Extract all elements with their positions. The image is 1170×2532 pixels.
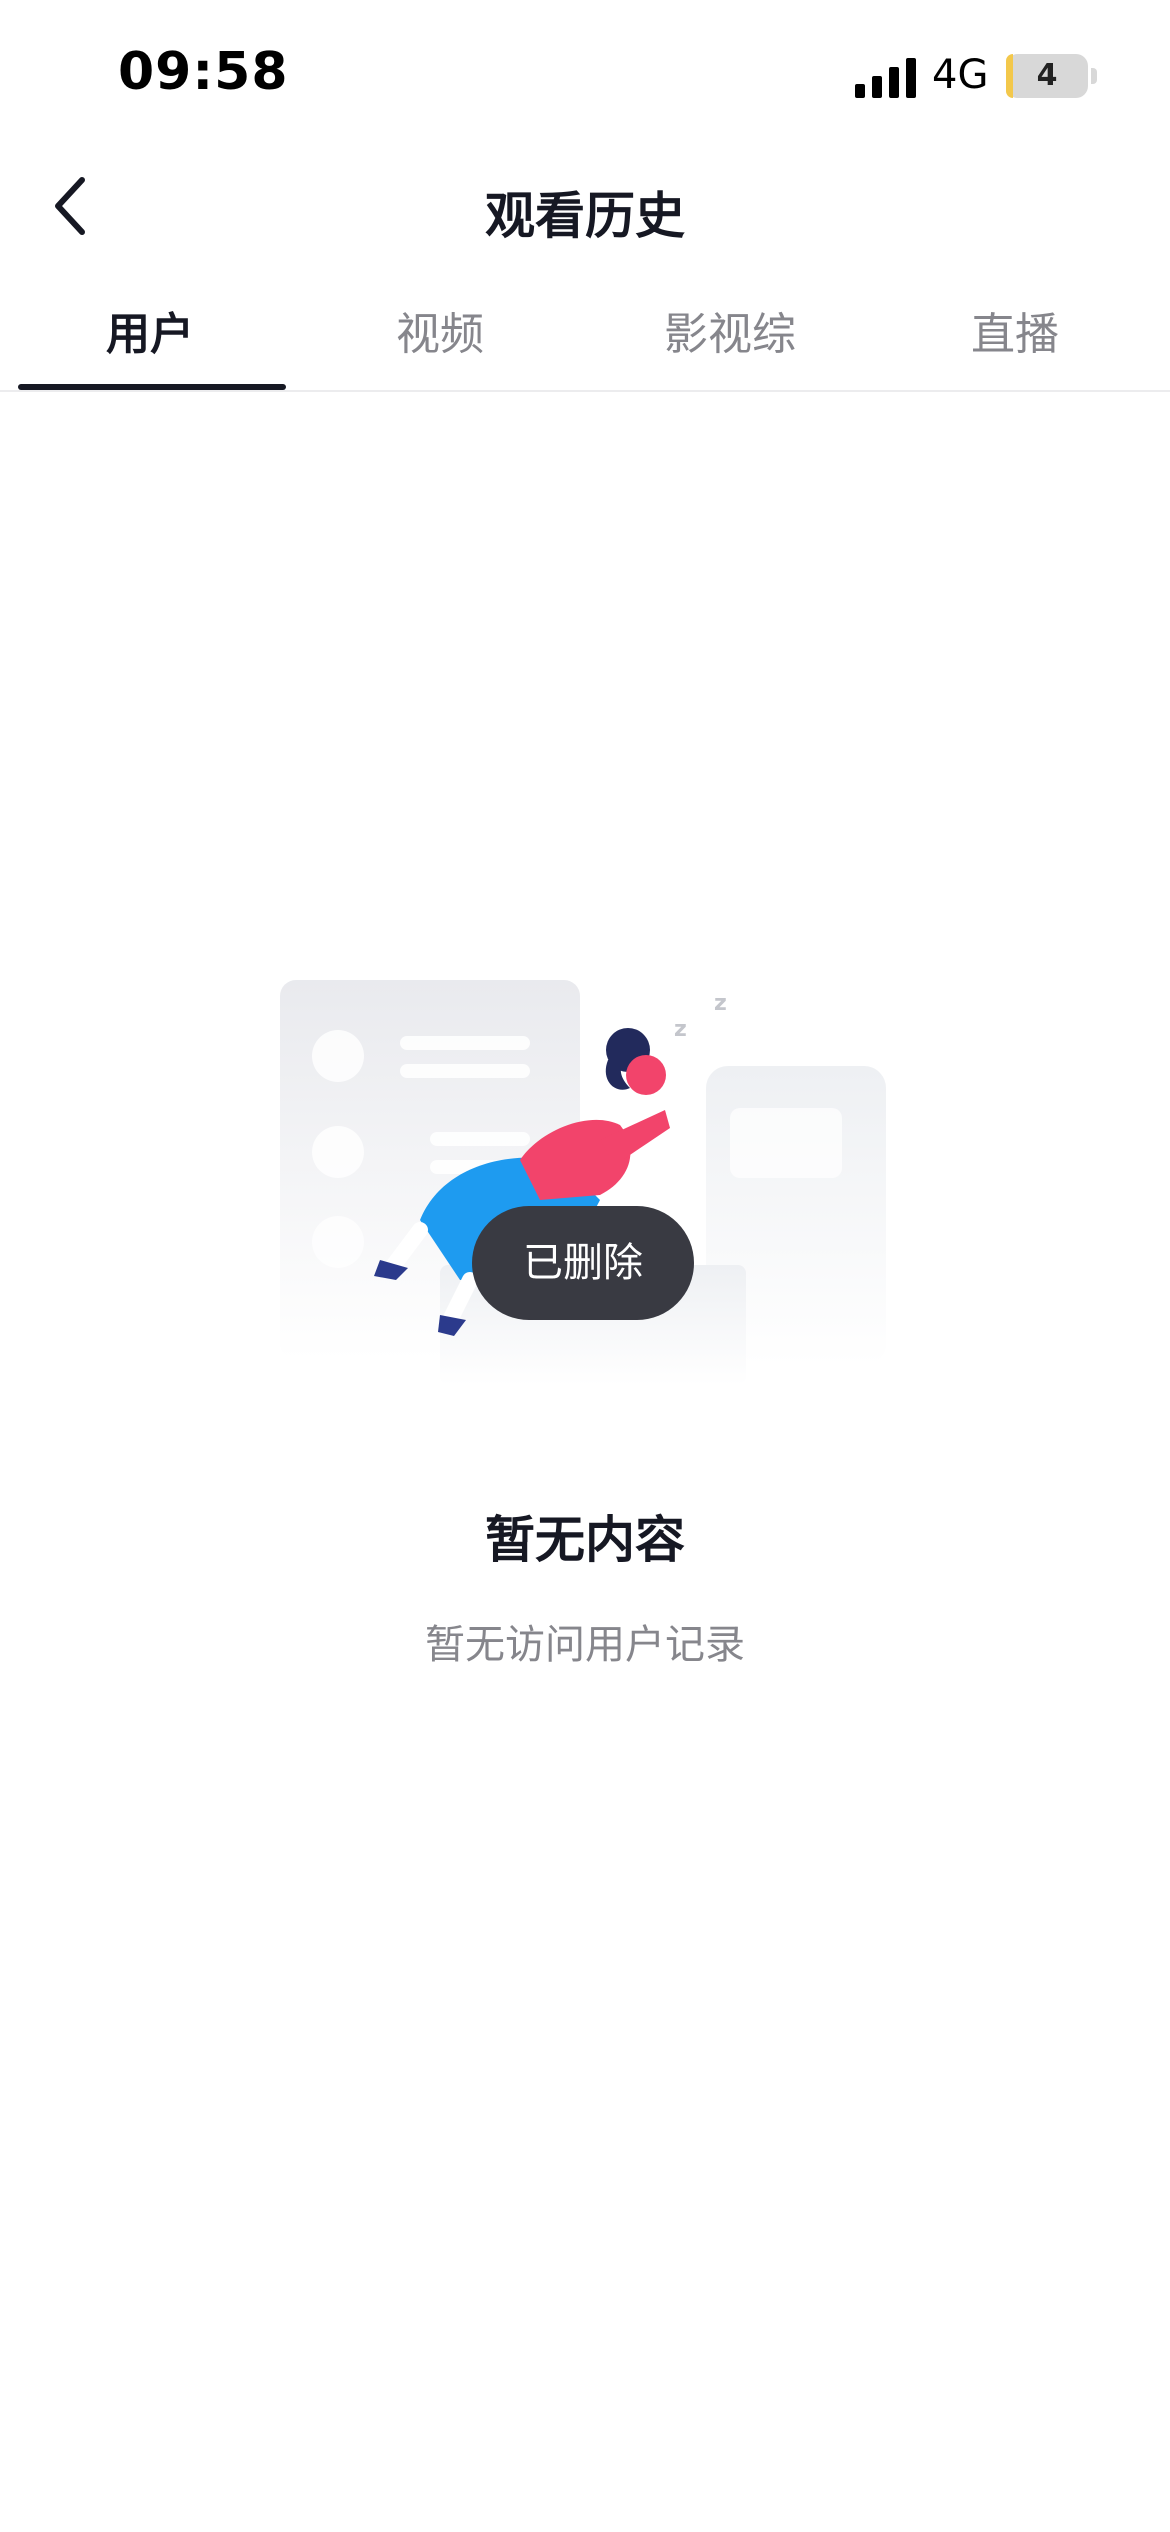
empty-illustration: z z bbox=[280, 980, 886, 1385]
network-type: 4G bbox=[932, 52, 989, 98]
tab-live[interactable]: 直播 bbox=[865, 290, 1165, 390]
empty-state-description: 暂无访问用户记录 bbox=[425, 1622, 745, 1668]
tab-videos[interactable]: 视频 bbox=[290, 290, 590, 390]
battery-percent: 4 bbox=[1036, 58, 1058, 93]
status-bar: 09:58 4G 4 bbox=[0, 0, 1170, 150]
signal-icon bbox=[855, 58, 916, 98]
page-title: 观看历史 bbox=[485, 187, 685, 245]
svg-text:z: z bbox=[714, 991, 727, 1016]
screen: 09:58 4G 4 观看历史 用户 视频 影视综 直播 z z 已删除 暂无内… bbox=[0, 0, 1170, 2532]
battery-cap bbox=[1091, 68, 1097, 84]
tab-indicator bbox=[18, 384, 286, 390]
tab-users[interactable]: 用户 bbox=[0, 290, 300, 390]
battery-icon: 4 bbox=[1006, 54, 1088, 98]
status-time: 09:58 bbox=[118, 42, 289, 102]
tab-shows[interactable]: 影视综 bbox=[580, 290, 880, 390]
empty-state-title: 暂无内容 bbox=[485, 1511, 685, 1569]
svg-text:z: z bbox=[674, 1017, 687, 1042]
tab-bar: 用户 视频 影视综 直播 bbox=[0, 290, 1170, 392]
toast: 已删除 bbox=[472, 1206, 694, 1320]
